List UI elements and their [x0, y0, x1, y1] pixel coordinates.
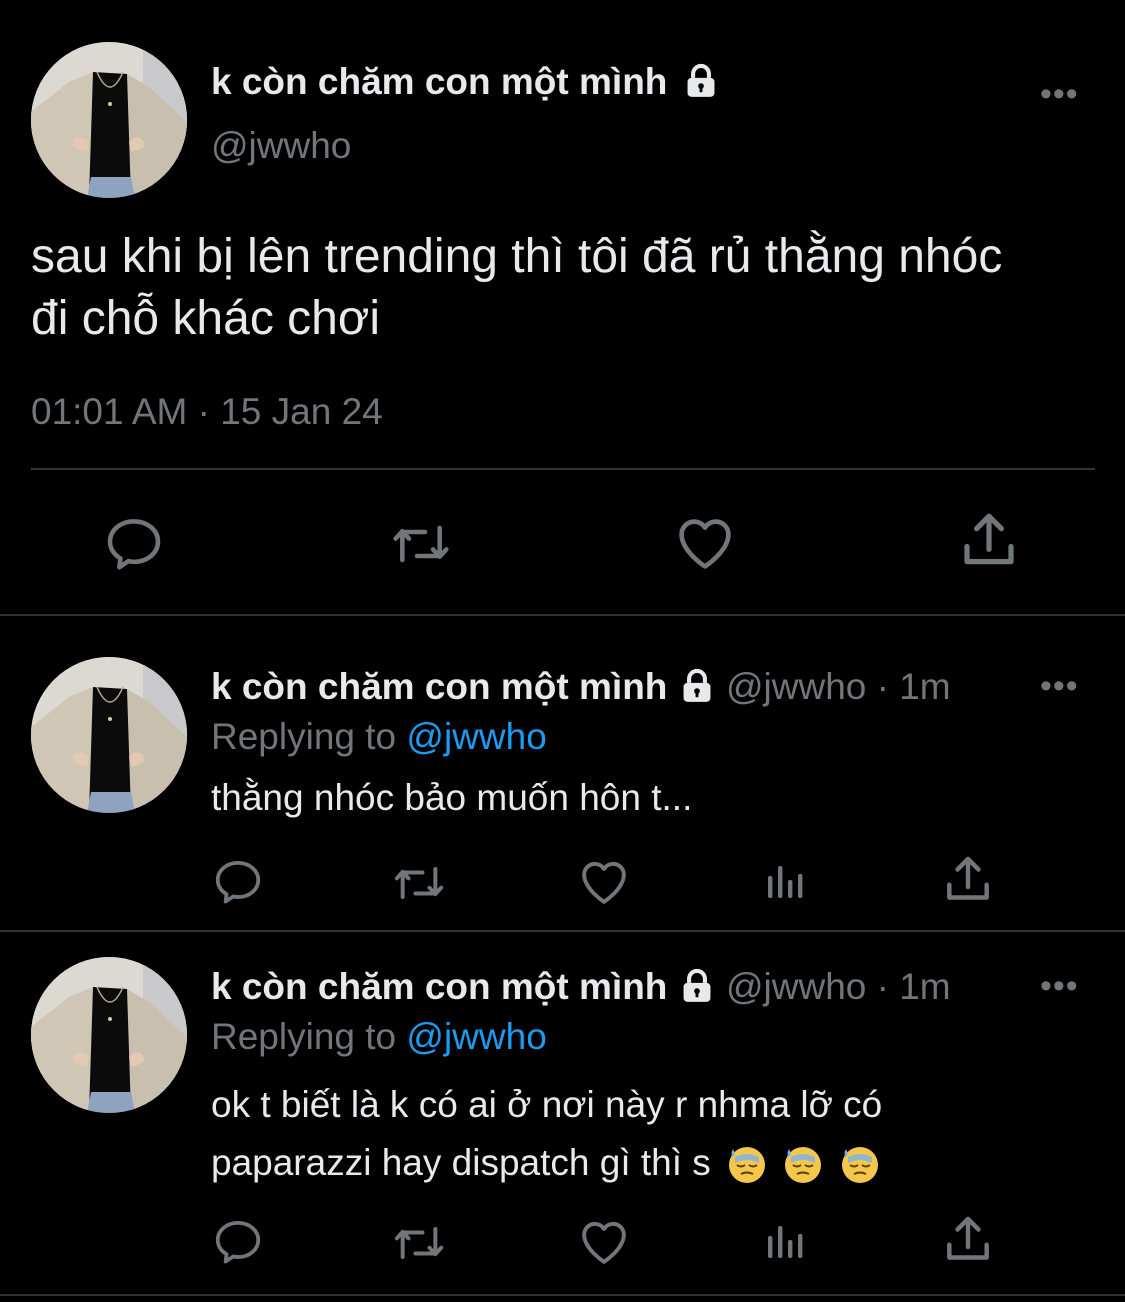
handle-and-time[interactable]: @jwwho · 1m: [726, 966, 951, 1007]
reply-text: ok t biết là k có ai ở nơi này r nhma lỡ…: [211, 1076, 882, 1192]
lock-icon: [682, 62, 720, 100]
share-icon[interactable]: [940, 1212, 996, 1268]
analytics-icon[interactable]: [762, 1218, 810, 1266]
share-icon[interactable]: [956, 508, 1022, 574]
reply-text: thằng nhóc bảo muốn hôn t...: [211, 777, 693, 818]
avatar[interactable]: [31, 657, 187, 813]
divider: [31, 468, 1095, 470]
reply-icon[interactable]: [102, 512, 166, 576]
tweet-timestamp[interactable]: 01:01 AM · 15 Jan 24: [31, 390, 383, 434]
downcast-face-with-sweat-icon: [727, 1145, 767, 1185]
divider: [0, 930, 1125, 932]
analytics-icon[interactable]: [762, 858, 810, 906]
reply-header: k còn chăm con một mình @jwwho · 1m: [211, 665, 951, 709]
reply-icon[interactable]: [211, 855, 265, 909]
more-options-icon[interactable]: •••: [1040, 77, 1079, 111]
more-options-icon[interactable]: •••: [1040, 969, 1079, 1003]
tweet-text-line: đi chỗ khác chơi: [31, 292, 380, 345]
reply-text-line: paparazzi hay dispatch gì thì s: [211, 1134, 882, 1192]
downcast-face-with-sweat-icon: [840, 1145, 880, 1185]
replying-to: Replying to @jwwho: [211, 715, 547, 759]
share-icon[interactable]: [940, 852, 996, 908]
retweet-icon[interactable]: [385, 512, 457, 576]
like-icon[interactable]: [576, 854, 632, 910]
reply-text-line: ok t biết là k có ai ở nơi này r nhma lỡ…: [211, 1084, 883, 1125]
handle-and-time[interactable]: @jwwho · 1m: [726, 666, 951, 707]
retweet-icon[interactable]: [388, 855, 450, 911]
like-icon[interactable]: [672, 510, 738, 576]
like-icon[interactable]: [576, 1214, 632, 1270]
retweet-icon[interactable]: [388, 1215, 450, 1271]
downcast-face-with-sweat-icon: [783, 1145, 823, 1185]
lock-icon: [678, 667, 716, 705]
divider: [0, 614, 1125, 616]
tweet-text-line: sau khi bị lên trending thì tôi đã rủ th…: [31, 230, 1003, 283]
replying-to-handle[interactable]: @jwwho: [406, 716, 546, 757]
display-name-text: k còn chăm con một mình: [211, 61, 668, 102]
display-name-text[interactable]: k còn chăm con một mình: [211, 966, 667, 1007]
avatar[interactable]: [31, 42, 187, 198]
replying-to-handle[interactable]: @jwwho: [406, 1016, 546, 1057]
lock-icon: [678, 967, 716, 1005]
reply-icon[interactable]: [211, 1215, 265, 1269]
tweet-text: sau khi bị lên trending thì tôi đã rủ th…: [31, 226, 1002, 350]
more-options-icon[interactable]: •••: [1040, 669, 1079, 703]
reply-text-fragment: paparazzi hay dispatch gì thì s: [211, 1142, 711, 1183]
replying-to: Replying to @jwwho: [211, 1015, 547, 1059]
replying-to-label: Replying to: [211, 1016, 397, 1057]
replying-to-label: Replying to: [211, 716, 397, 757]
main-handle[interactable]: @jwwho: [211, 124, 351, 168]
main-display-name[interactable]: k còn chăm con một mình: [211, 60, 720, 104]
display-name-text[interactable]: k còn chăm con một mình: [211, 666, 667, 707]
reply-header: k còn chăm con một mình @jwwho · 1m: [211, 965, 951, 1009]
avatar[interactable]: [31, 957, 187, 1113]
divider: [0, 1294, 1125, 1296]
